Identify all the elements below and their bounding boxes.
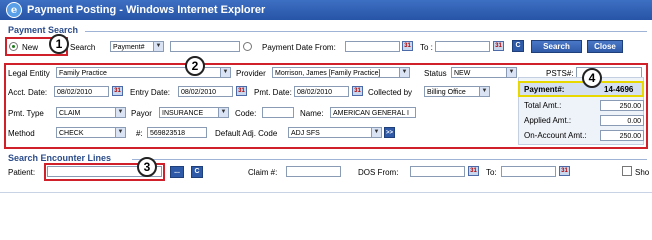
chevron-down-icon: ▼ xyxy=(479,87,489,96)
method-value: CHECK xyxy=(59,130,84,137)
chevron-down-icon: ▼ xyxy=(115,128,125,137)
ie-logo-icon: e xyxy=(6,2,22,18)
section-divider xyxy=(132,159,647,160)
acct-date-label: Acct. Date: xyxy=(8,88,48,97)
search-value-input[interactable] xyxy=(170,41,240,52)
entry-date-label: Entry Date: xyxy=(130,88,171,97)
callout-1: 1 xyxy=(49,34,69,54)
date-to-input[interactable] xyxy=(435,41,490,52)
calendar-icon[interactable]: 31 xyxy=(112,86,123,96)
search-type-select[interactable]: Payment# ▼ xyxy=(110,41,164,52)
payor-value: INSURANCE xyxy=(162,110,204,117)
provider-select[interactable]: Morrison, James [Family Practice] ▼ xyxy=(272,67,410,78)
patient-label: Patient: xyxy=(8,168,36,177)
patient-lookup-button[interactable]: ... xyxy=(170,166,184,178)
callout-3: 3 xyxy=(137,157,157,177)
default-adj-select[interactable]: ADJ SFS ▼ xyxy=(288,127,382,138)
chevron-down-icon: ▼ xyxy=(115,108,125,117)
search-type-value: Payment# xyxy=(113,44,145,51)
claim-input[interactable] xyxy=(286,166,341,177)
legal-entity-select[interactable]: Family Practice ▼ xyxy=(56,67,231,78)
new-label: New xyxy=(22,43,39,52)
callout-2: 2 xyxy=(185,56,205,76)
pmt-type-value: CLAIM xyxy=(59,110,81,117)
status-label: Status xyxy=(424,69,447,78)
clear-patient-button[interactable]: C xyxy=(191,166,203,178)
chevron-down-icon: ▼ xyxy=(371,128,381,137)
callout-4: 4 xyxy=(582,68,602,88)
window-titlebar: e Payment Posting - Windows Internet Exp… xyxy=(0,0,652,20)
date-from-label: Payment Date From: xyxy=(262,43,336,52)
dos-to-input[interactable] xyxy=(501,166,556,177)
pmt-type-select[interactable]: CLAIM ▼ xyxy=(56,107,126,118)
chevron-down-icon: ▼ xyxy=(153,42,163,51)
close-button[interactable]: Close xyxy=(587,40,623,53)
on-account-amt-value: 250.00 xyxy=(600,130,644,141)
bottom-divider xyxy=(0,192,652,193)
clear-button[interactable]: C xyxy=(512,40,524,52)
collected-by-value: Billing Office xyxy=(427,89,466,96)
search-label: Search xyxy=(70,43,96,52)
chevron-down-icon: ▼ xyxy=(220,68,230,77)
dos-from-label: DOS From: xyxy=(358,168,399,177)
code-input[interactable] xyxy=(262,107,294,118)
legal-entity-value: Family Practice xyxy=(59,70,107,77)
name-label: Name: xyxy=(300,109,324,118)
calendar-icon[interactable]: 31 xyxy=(493,41,504,51)
new-radio[interactable] xyxy=(9,42,18,51)
legal-entity-label: Legal Entity xyxy=(8,69,50,78)
default-adj-value: ADJ SFS xyxy=(291,130,320,137)
to-label: To : xyxy=(420,43,433,52)
method-select[interactable]: CHECK ▼ xyxy=(56,127,126,138)
name-input[interactable]: AMERICAN GENERAL I xyxy=(330,107,416,118)
status-select[interactable]: NEW ▼ xyxy=(451,67,517,78)
calendar-icon[interactable]: 31 xyxy=(352,86,363,96)
section-divider xyxy=(85,31,647,32)
entry-date-input[interactable]: 08/02/2010 xyxy=(178,86,233,97)
total-amt-label: Total Amt.: xyxy=(524,101,562,110)
show-checkbox[interactable] xyxy=(622,166,632,176)
default-adj-label: Default Adj. Code xyxy=(215,129,278,138)
applied-amt-value: 0.00 xyxy=(600,115,644,126)
payor-label: Payor xyxy=(131,109,152,118)
code-label: Code: xyxy=(235,109,257,118)
payment-search-title: Payment Search xyxy=(8,25,79,35)
provider-label: Provider xyxy=(236,69,266,78)
applied-amt-label: Applied Amt.: xyxy=(524,116,572,125)
collected-by-label: Collected by xyxy=(368,88,413,97)
pmt-type-label: Pmt. Type xyxy=(8,109,44,118)
chevron-down-icon: ▼ xyxy=(506,68,516,77)
calendar-icon[interactable]: 31 xyxy=(468,166,479,176)
encounter-title: Search Encounter Lines xyxy=(8,153,112,163)
provider-value: Morrison, James [Family Practice] xyxy=(275,70,381,77)
show-label: Sho xyxy=(635,168,650,177)
search-radio[interactable] xyxy=(243,42,252,51)
number-input[interactable]: 569823518 xyxy=(147,127,207,138)
chevron-down-icon: ▼ xyxy=(218,108,228,117)
calendar-icon[interactable]: 31 xyxy=(402,41,413,51)
go-button[interactable]: >> xyxy=(384,127,395,138)
payor-select[interactable]: INSURANCE ▼ xyxy=(159,107,229,118)
claim-label: Claim #: xyxy=(248,168,278,177)
acct-date-input[interactable]: 08/02/2010 xyxy=(54,86,109,97)
chevron-down-icon: ▼ xyxy=(399,68,409,77)
status-value: NEW xyxy=(454,70,471,77)
collected-by-select[interactable]: Billing Office ▼ xyxy=(424,86,490,97)
search-button[interactable]: Search xyxy=(531,40,582,53)
payment-num-label: Payment#: xyxy=(524,85,565,94)
dos-to-label: To: xyxy=(486,168,497,177)
number-label: #: xyxy=(136,129,143,138)
on-account-amt-label: On-Account Amt.: xyxy=(524,131,587,140)
payment-num-value: 14-4696 xyxy=(604,85,634,94)
pmt-date-label: Pmt. Date: xyxy=(254,88,292,97)
date-from-input[interactable] xyxy=(345,41,400,52)
dos-from-input[interactable] xyxy=(410,166,465,177)
pmt-date-input[interactable]: 08/02/2010 xyxy=(294,86,349,97)
calendar-icon[interactable]: 31 xyxy=(559,166,570,176)
window-title: Payment Posting - Windows Internet Explo… xyxy=(27,4,266,16)
calendar-icon[interactable]: 31 xyxy=(236,86,247,96)
method-label: Method xyxy=(8,129,35,138)
total-amt-value: 250.00 xyxy=(600,100,644,111)
